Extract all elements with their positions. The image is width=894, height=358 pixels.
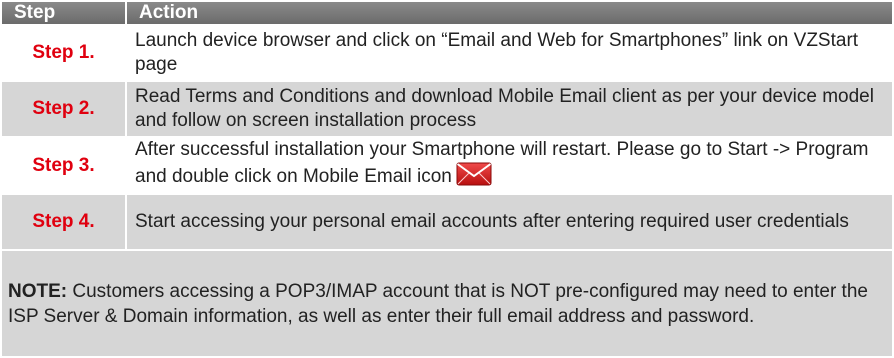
step-label: Step 4. (0, 193, 127, 251)
step-text: Launch device browser and click on “Emai… (125, 24, 894, 82)
step-label: Step 3. (0, 136, 127, 195)
step-text: After successful installation your Smart… (135, 139, 869, 187)
header-step: Step (0, 0, 127, 26)
step-row: Step 4. Start accessing your personal em… (0, 193, 894, 251)
step-row: Step 1. Launch device browser and click … (0, 24, 894, 82)
step-label: Step 1. (0, 24, 127, 82)
step-row: Step 2. Read Terms and Conditions and do… (0, 80, 894, 138)
header-row: Step Action (0, 0, 894, 26)
note-row: NOTE: Customers accessing a POP3/IMAP ac… (0, 249, 894, 358)
step-text: Read Terms and Conditions and download M… (125, 80, 894, 138)
step-label: Step 2. (0, 80, 127, 138)
note-cell: NOTE: Customers accessing a POP3/IMAP ac… (0, 249, 894, 358)
note-text: Customers accessing a POP3/IMAP account … (8, 280, 868, 327)
step-text-cell: After successful installation your Smart… (125, 136, 894, 195)
envelope-icon (456, 162, 492, 193)
header-action: Action (125, 0, 894, 26)
step-row: Step 3. After successful installation yo… (0, 136, 894, 195)
note-label: NOTE: (8, 280, 68, 302)
steps-table: Step Action Step 1. Launch device browse… (0, 0, 894, 358)
step-text: Start accessing your personal email acco… (125, 193, 894, 251)
